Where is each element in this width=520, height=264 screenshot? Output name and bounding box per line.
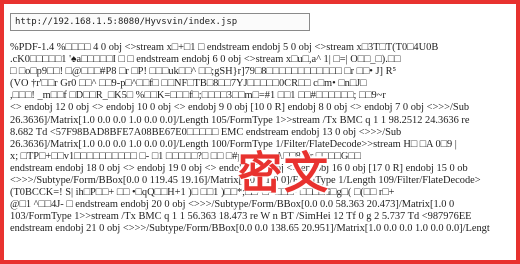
pdf-stream-line: □ □o□p9□□! □@□□□#P8 □r □P! □□□uk□□^ □□;g… [10, 66, 397, 78]
pdf-stream-line: ,□□□! _m□□f □D□□R_□K5□ %□□K=□□□f□;□□□□3□… [10, 90, 386, 102]
address-bar[interactable]: http://192.168.1.5:8080/Hyvsvin/index.js… [10, 13, 310, 31]
pdf-stream-line: 26.3636]/Matrix[1.0 0.0 0.0 1.0 0.0 0.0]… [10, 114, 470, 126]
browser-frame: http://192.168.1.5:8080/Hyvsvin/index.js… [0, 0, 520, 264]
pdf-stream-line: endstream endobj 21 0 obj <>>>/Subtype/F… [10, 223, 490, 235]
pdf-stream-line: <> endobj 12 0 obj <> endobj 10 0 obj <>… [10, 102, 470, 114]
pdf-stream-line: %PDF-1.4 %□□□□ 4 0 obj <>stream x□+□1 □ … [10, 42, 439, 53]
pdf-stream-line: @□1 ^□□4J- □ endstream endobj 20 0 obj <… [10, 199, 455, 211]
ciphertext-stamp-label: 密文 [238, 148, 330, 199]
pdf-stream-line: (VO †r'□□r Gr0 □□^ □□9-p□^□□f□ □□NF□TB□8… [10, 78, 367, 90]
pdf-stream-line: .cK0□□□□□1 '♠a□□□□□I □ □ endstream endob… [10, 54, 401, 66]
pdf-stream-line: 103/FormType 1>>stream /Tx BMC q 1 1 56.… [10, 211, 472, 223]
